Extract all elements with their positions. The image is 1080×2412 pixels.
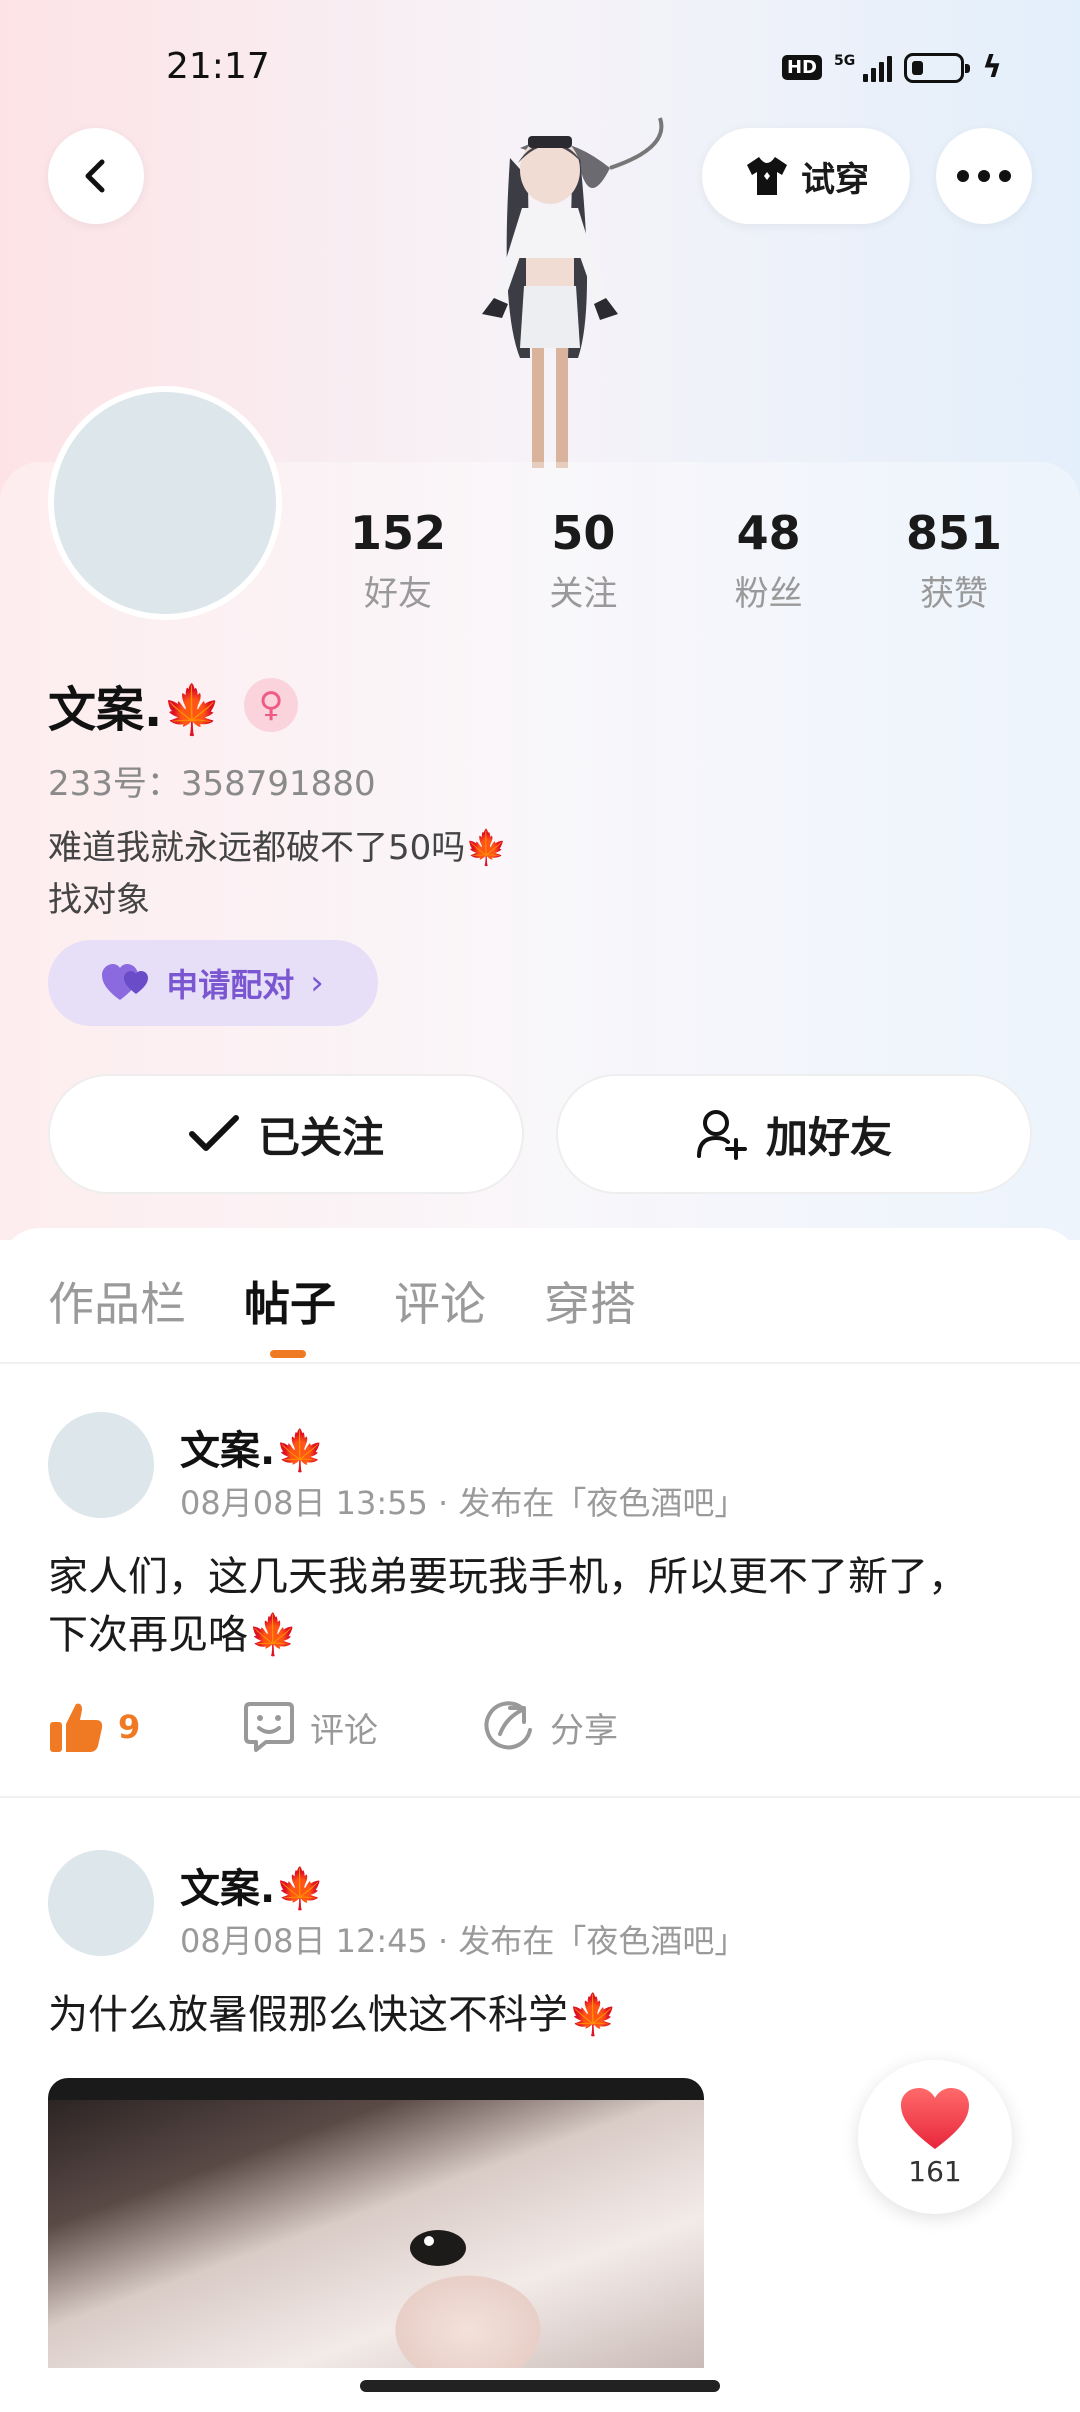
network-type-label: 5G (833, 52, 856, 69)
post-text[interactable]: 为什么放暑假那么快这不科学🍁 (48, 1986, 1038, 2044)
post-image[interactable] (48, 2078, 704, 2368)
stat-friends[interactable]: 152 好友 (318, 506, 478, 615)
active-tab-indicator (270, 1350, 306, 1358)
content-tabs: 作品栏 帖子 评论 穿搭 (48, 1268, 636, 1354)
avatar-character-illustration (482, 117, 664, 468)
add-friend-label: 加好友 (765, 1112, 892, 1162)
heart-icon (901, 2087, 969, 2149)
bio-line: 找对象 (48, 880, 150, 920)
comment-button[interactable]: 评论 (242, 1700, 482, 1754)
post-text[interactable]: 家人们，这几天我弟要玩我手机，所以更不了新了， 下次再见咯🍁 (48, 1548, 1038, 1664)
profile-avatar[interactable] (48, 386, 282, 620)
stat-label: 关注 (549, 574, 618, 614)
floating-like-button[interactable]: 161 (858, 2060, 1012, 2214)
profile-stats: 152 好友 50 关注 48 粉丝 851 获赞 (318, 506, 1034, 615)
charging-icon: ϟ (982, 50, 1002, 85)
stat-likes[interactable]: 851 获赞 (874, 506, 1034, 615)
post-divider (0, 1796, 1080, 1798)
like-count: 9 (118, 1708, 141, 1746)
stat-following[interactable]: 50 关注 (503, 506, 663, 615)
profile-uid: 233号：358791880 (48, 764, 376, 804)
followed-label: 已关注 (257, 1112, 384, 1162)
bio-line: 难道我就永远都破不了50吗🍁 (48, 828, 508, 868)
checkmark-icon (188, 1115, 239, 1151)
profile-nickname: 文案.🍁 (48, 682, 223, 738)
post-actions: 9 评论 分享 (48, 1700, 618, 1754)
add-friend-button[interactable]: 加好友 (556, 1074, 1032, 1194)
status-icons: HD 5G ϟ (781, 50, 1002, 85)
stat-label: 好友 (364, 574, 432, 614)
battery-icon (904, 52, 971, 83)
try-on-label: 试穿 (801, 159, 869, 200)
share-icon (484, 1701, 532, 1750)
chevron-right-icon: › (310, 963, 324, 1003)
tabs-divider (0, 1362, 1080, 1364)
try-on-button[interactable]: 试穿 (702, 128, 910, 224)
like-button[interactable]: 9 (48, 1700, 242, 1754)
post-author-name[interactable]: 文案.🍁 (180, 1418, 325, 1476)
stat-value: 851 (905, 506, 1002, 560)
ellipsis-icon (957, 170, 1011, 182)
stat-value: 152 (349, 506, 447, 560)
floating-like-count: 161 (908, 2154, 962, 2188)
status-time: 21:17 (166, 46, 270, 87)
hearts-icon (102, 964, 149, 1000)
post-text-line: 下次再见咯🍁 (48, 1612, 298, 1658)
post-author-name[interactable]: 文案.🍁 (180, 1856, 325, 1914)
post-meta: 08月08日 12:45 · 发布在「夜色酒吧」 (180, 1922, 747, 1960)
tab-outfits[interactable]: 穿搭 (544, 1268, 636, 1354)
post-image-photo (48, 2100, 704, 2368)
female-gender-icon: ♀ (244, 678, 299, 732)
nickname-row: 文案.🍁 ♀ (48, 670, 299, 740)
profile-bio: 难道我就永远都破不了50吗🍁 找对象 (48, 822, 508, 926)
tab-posts[interactable]: 帖子 (244, 1268, 336, 1354)
home-indicator[interactable] (360, 2380, 720, 2392)
tab-works[interactable]: 作品栏 (48, 1268, 186, 1354)
signal-icon (863, 54, 893, 82)
comment-icon (244, 1702, 294, 1752)
post-text-line: 为什么放暑假那么快这不科学🍁 (48, 1992, 618, 2038)
add-user-icon (696, 1110, 747, 1160)
post-author-avatar[interactable] (48, 1850, 154, 1956)
share-label: 分享 (550, 1710, 618, 1751)
back-button[interactable] (48, 128, 144, 224)
stat-followers[interactable]: 48 粉丝 (689, 506, 849, 615)
chevron-left-icon (85, 159, 105, 193)
apply-match-label: 申请配对 (166, 966, 295, 1004)
stat-label: 获赞 (919, 574, 988, 614)
photo-eye (410, 2230, 466, 2266)
post-text-line: 家人们，这几天我弟要玩我手机，所以更不了新了， (48, 1554, 968, 1600)
post-meta: 08月08日 13:55 · 发布在「夜色酒吧」 (180, 1484, 747, 1522)
share-button[interactable]: 分享 (482, 1700, 618, 1754)
shirt-icon (747, 157, 787, 195)
hd-icon: HD (781, 55, 822, 80)
post-author-avatar[interactable] (48, 1412, 154, 1518)
stat-label: 粉丝 (734, 574, 803, 614)
tab-comments[interactable]: 评论 (394, 1268, 486, 1354)
followed-button[interactable]: 已关注 (48, 1074, 524, 1194)
stat-value: 48 (736, 506, 801, 560)
apply-match-button[interactable]: 申请配对 › (48, 940, 378, 1026)
comment-label: 评论 (310, 1710, 378, 1751)
more-button[interactable] (936, 128, 1032, 224)
thumbs-up-icon (50, 1703, 103, 1752)
stat-value: 50 (551, 506, 616, 560)
